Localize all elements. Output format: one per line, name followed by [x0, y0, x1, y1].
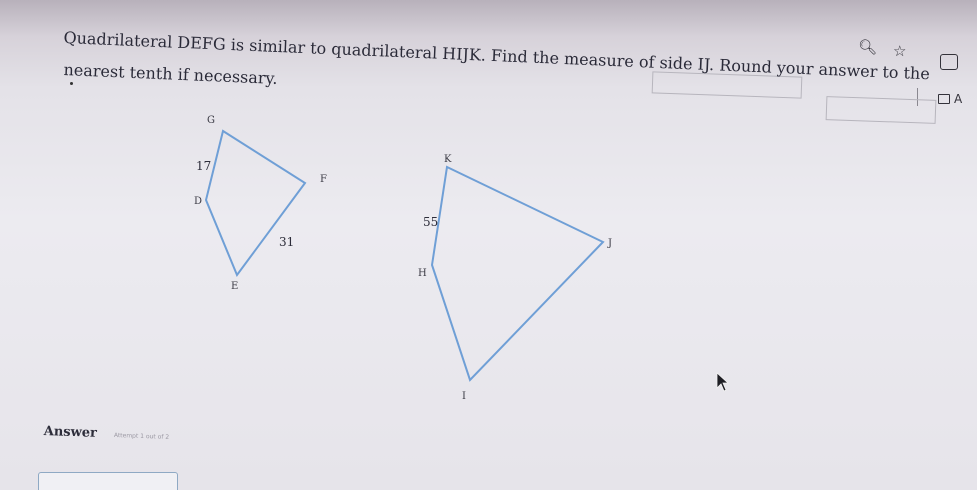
vertex-i: I [462, 391, 466, 402]
side-dg-length: 17 [196, 159, 211, 173]
side-ef-length: 31 [279, 235, 294, 249]
answer-label: Answer [43, 424, 98, 441]
vertex-f: F [320, 174, 327, 185]
cursor-icon [716, 372, 730, 392]
vertex-h: H [418, 268, 427, 279]
vertex-d: D [194, 196, 202, 207]
vertex-k: K [444, 154, 452, 165]
vertex-g: G [207, 115, 215, 126]
quadrilateral-defg [204, 129, 307, 278]
vertex-e: E [231, 281, 238, 292]
answer-input[interactable] [38, 472, 178, 490]
side-hk-length: 55 [423, 215, 438, 229]
quadrilateral-hijk [430, 165, 605, 382]
figures-canvas: G D E F 17 31 K H I J 55 [194, 115, 612, 402]
vertex-j: J [607, 238, 612, 249]
